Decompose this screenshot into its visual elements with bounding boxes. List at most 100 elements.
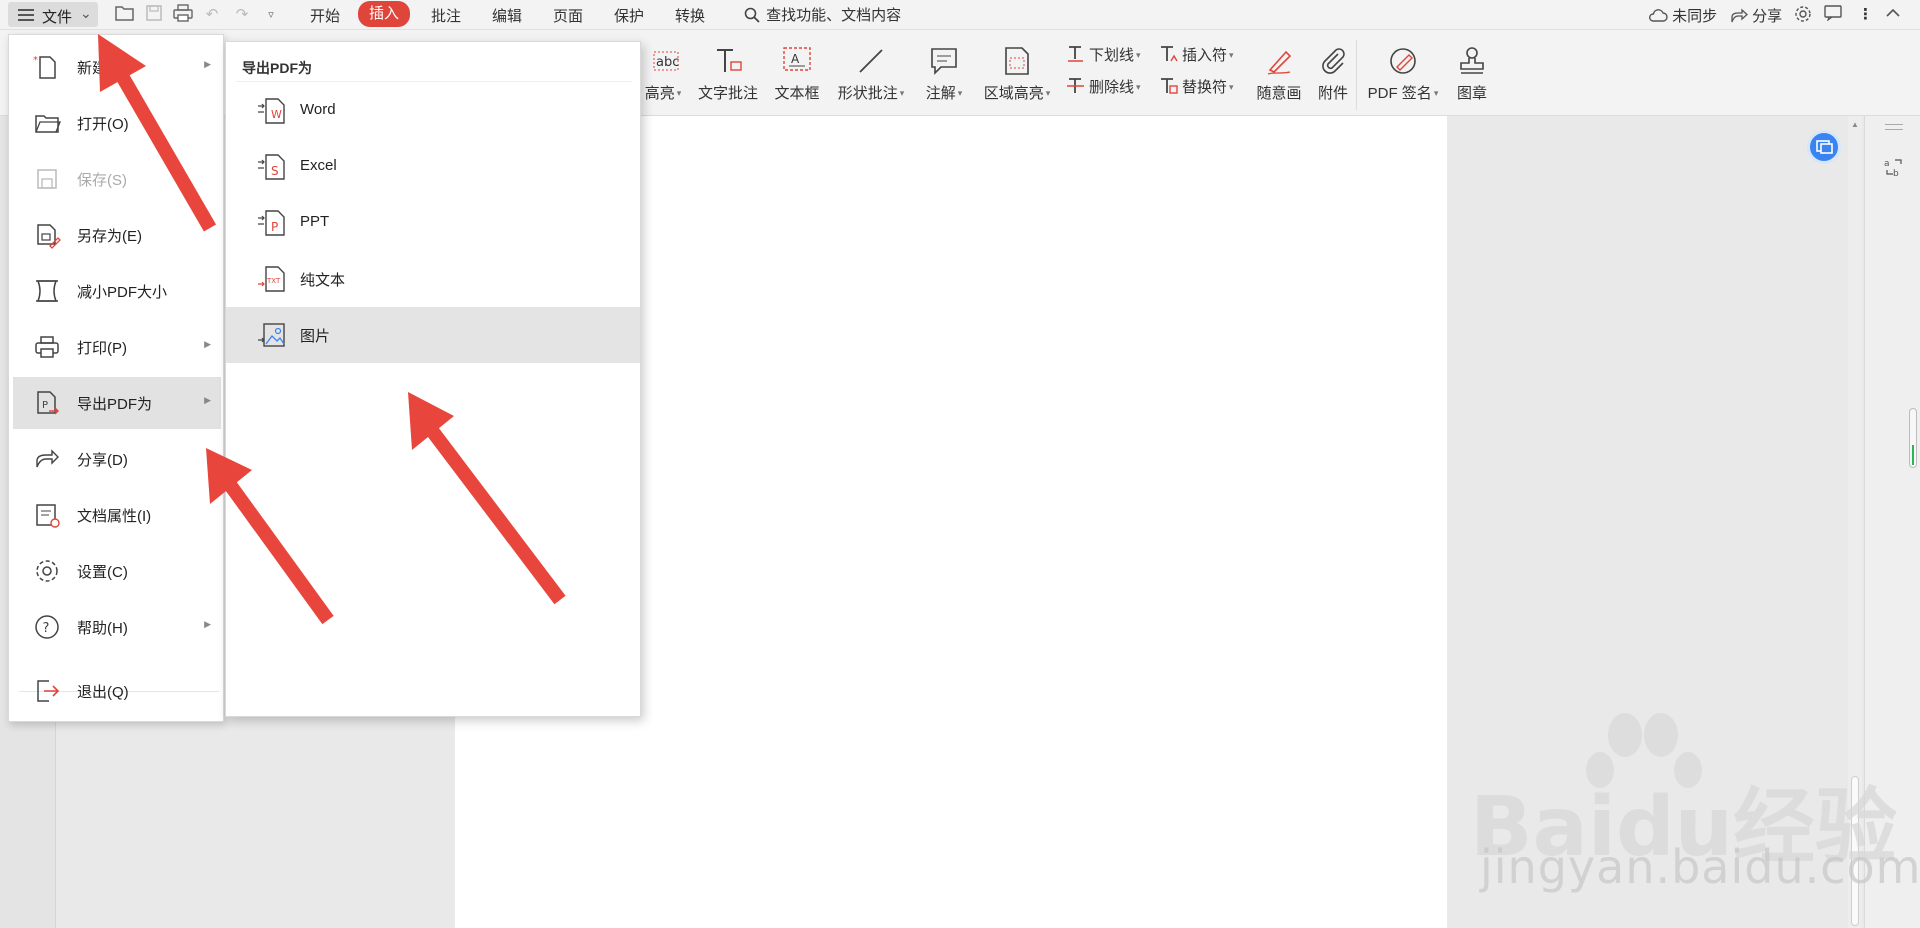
replace-mark-label: 替换符 [1182, 79, 1228, 96]
panel-grip-icon[interactable] [1885, 124, 1903, 130]
menu-item-compress[interactable]: 减小PDF大小 [13, 265, 221, 317]
export-to-image[interactable]: 图片 [226, 307, 640, 363]
share-button[interactable]: 分享 [1730, 5, 1782, 26]
export-pdf-submenu: 导出PDF为 W Word S Excel P PPT TXT 纯文本 图片 [225, 41, 641, 717]
feature-search[interactable]: 查找功能、文档内容 [744, 4, 901, 26]
menu-item-export-pdf[interactable]: P 导出PDF为 ▶ [13, 377, 221, 429]
tab-edit[interactable]: 编辑 [492, 5, 522, 26]
scroll-up-icon[interactable]: ▲ [1851, 120, 1859, 129]
svg-text:S: S [271, 164, 279, 178]
export-to-ppt-label: PPT [300, 213, 330, 230]
export-to-ppt[interactable]: P PPT [226, 195, 640, 251]
svg-text:P: P [42, 400, 48, 411]
text-box-button[interactable]: A 文本框 [773, 44, 821, 103]
area-highlight-icon [1005, 47, 1029, 75]
submenu-arrow-icon: ▶ [204, 619, 211, 629]
menu-item-exit[interactable]: 退出(Q) [13, 665, 221, 717]
stamp-button[interactable]: 图章 [1452, 44, 1492, 103]
submenu-arrow-icon: ▶ [204, 59, 211, 69]
menu-item-settings[interactable]: 设置(C) [13, 545, 221, 597]
replace-mark-button[interactable]: 替换符 ▾ [1159, 76, 1234, 97]
export-to-word-label: Word [300, 101, 336, 118]
image-export-icon [258, 323, 285, 347]
share-label: 分享 [1752, 8, 1783, 25]
open-folder-icon[interactable] [114, 4, 136, 26]
shape-note-button[interactable]: 形状批注 ▾ [834, 44, 908, 103]
export-to-text-label: 纯文本 [300, 272, 346, 289]
svg-text:TXT: TXT [266, 277, 281, 285]
strikethrough-button[interactable]: 删除线 ▾ [1066, 76, 1141, 97]
save-icon[interactable] [143, 4, 165, 26]
file-menu-button[interactable]: 文件 ⌄ [8, 2, 98, 27]
watermark-url: jingyan.baidu.com [1480, 840, 1920, 894]
submenu-title: 导出PDF为 [242, 60, 312, 76]
insert-mark-button[interactable]: 插入符 ▾ [1159, 44, 1234, 65]
file-menu-dropdown: * 新建(N) ▶ 打开(O) 保存(S) 另存为(E) 减小PDF大小 打印(… [8, 34, 224, 722]
progress-indicator [1909, 408, 1917, 468]
share-icon [1731, 8, 1748, 23]
svg-text:abc: abc [656, 55, 679, 70]
menu-item-share[interactable]: 分享(D) [13, 433, 221, 485]
menu-item-new-label: 新建(N) [77, 60, 128, 77]
assistant-float-icon[interactable] [1807, 130, 1841, 164]
menu-item-print[interactable]: 打印(P) ▶ [13, 321, 221, 373]
txt-export-icon: TXT [258, 266, 285, 292]
export-to-text[interactable]: TXT 纯文本 [226, 251, 640, 307]
undo-icon[interactable]: ↶ [201, 4, 223, 26]
highlight-button[interactable]: abc 高亮 ▾ [640, 44, 686, 103]
svg-text:*: * [33, 55, 38, 66]
submenu-divider [236, 81, 632, 82]
doc-properties-icon [36, 504, 60, 528]
redo-icon[interactable]: ↷ [231, 4, 253, 26]
search-placeholder: 查找功能、文档内容 [766, 7, 902, 24]
text-box-icon: A [783, 47, 811, 71]
tab-start[interactable]: 开始 [310, 5, 340, 26]
menu-item-new[interactable]: * 新建(N) ▶ [13, 41, 221, 93]
export-to-excel[interactable]: S Excel [226, 139, 640, 195]
more-options-icon[interactable]: ⋮ [1858, 5, 1873, 23]
tab-annotate[interactable]: 批注 [431, 5, 461, 26]
highlight-icon: abc [653, 51, 679, 71]
stamp-icon [1460, 47, 1484, 74]
quick-access-dropdown-icon[interactable]: ▿ [260, 4, 282, 26]
menu-item-save-as[interactable]: 另存为(E) [13, 209, 221, 261]
strikethrough-icon [1067, 78, 1084, 93]
menu-item-save: 保存(S) [13, 153, 221, 205]
new-file-icon: * [33, 55, 56, 79]
svg-text:a: a [1884, 159, 1890, 169]
annotate-button[interactable]: 注解 ▾ [922, 44, 966, 103]
tab-convert[interactable]: 转换 [675, 5, 705, 26]
print-icon[interactable] [172, 4, 194, 26]
underline-button[interactable]: 下划线 ▾ [1066, 44, 1141, 65]
settings-gear-icon[interactable] [1794, 5, 1812, 27]
area-highlight-label: 区域高亮 [983, 85, 1044, 102]
folder-open-icon [35, 115, 61, 133]
tab-page[interactable]: 页面 [553, 5, 583, 26]
attachment-button[interactable]: 附件 [1316, 44, 1350, 103]
tab-insert[interactable]: 插入 [358, 1, 411, 27]
insert-mark-icon [1161, 46, 1178, 62]
area-highlight-button[interactable]: 区域高亮 ▾ [981, 44, 1053, 103]
replace-mark-icon [1161, 78, 1178, 94]
export-to-word[interactable]: W Word [226, 83, 640, 139]
paperclip-icon [1322, 48, 1345, 74]
text-note-button[interactable]: 文字批注 [697, 44, 759, 103]
menu-item-doc-properties[interactable]: 文档属性(I) [13, 489, 221, 541]
freehand-label: 随意画 [1256, 85, 1302, 102]
svg-text:A: A [791, 52, 800, 66]
menu-item-help[interactable]: ? 帮助(H) ▶ [13, 601, 221, 653]
menu-item-open[interactable]: 打开(O) [13, 97, 221, 149]
menu-item-export-pdf-label: 导出PDF为 [77, 396, 153, 413]
top-menu-bar: 文件 ⌄ ↶ ↷ ▿ 开始 插入 批注 编辑 页面 保护 转换 查找功能、文档内… [0, 0, 1920, 30]
collapse-ribbon-icon[interactable] [1885, 5, 1901, 22]
tab-protect[interactable]: 保护 [614, 5, 644, 26]
save-icon [37, 169, 57, 189]
sync-status[interactable]: 未同步 [1648, 5, 1717, 26]
pdf-sign-button[interactable]: PDF 签名 ▾ [1366, 44, 1440, 103]
feedback-icon[interactable] [1824, 5, 1842, 25]
translate-icon[interactable]: ab [1883, 156, 1905, 183]
freehand-button[interactable]: 随意画 [1255, 44, 1303, 103]
menu-item-help-label: 帮助(H) [77, 620, 128, 637]
file-menu-label: 文件 [42, 9, 73, 26]
hamburger-icon [18, 9, 34, 21]
